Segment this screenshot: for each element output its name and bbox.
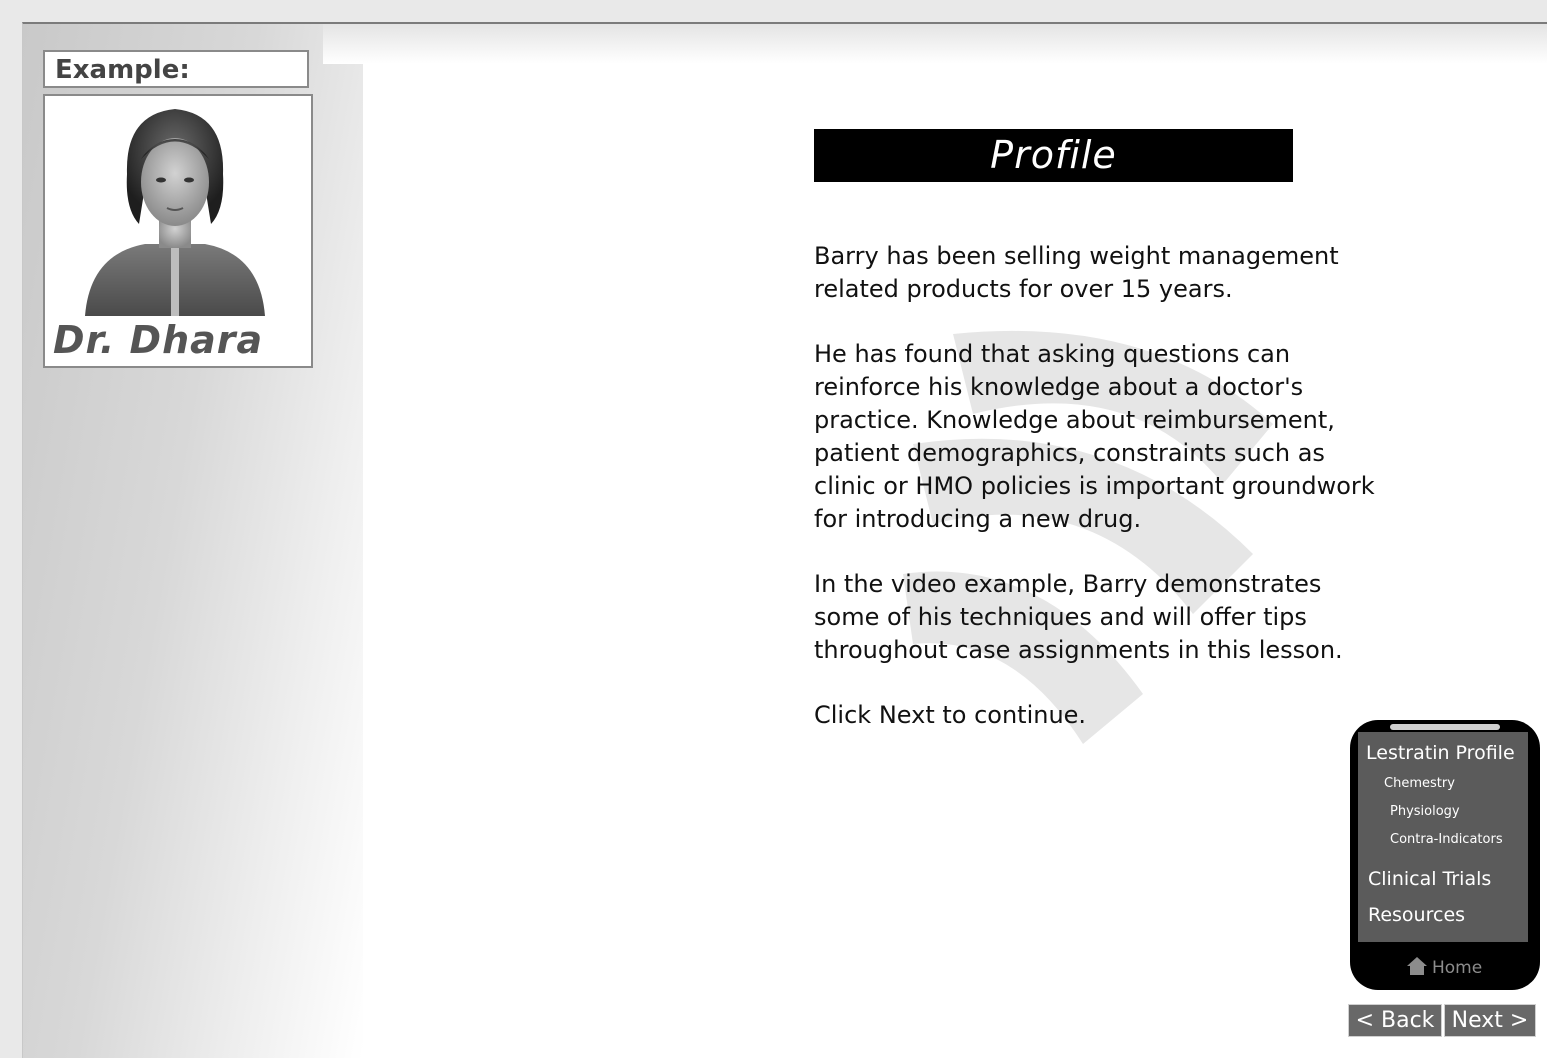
nav-menu: Lestratin Profile Chemestry Physiology C… <box>1358 732 1528 942</box>
home-label: Home <box>1432 958 1483 978</box>
paragraph: In the video example, Barry demonstrates… <box>814 570 1343 664</box>
lesson-stage: Example: Dr. Dhara Profile Barry has bee… <box>22 22 1547 1058</box>
page-title-bar: Profile <box>814 129 1293 182</box>
page-title: Profile <box>990 133 1117 177</box>
home-link[interactable]: Home <box>1406 956 1482 978</box>
example-label: Example: <box>55 55 190 85</box>
nav-item-lestratin-profile[interactable]: Lestratin Profile <box>1366 742 1515 764</box>
profile-body: Barry has been selling weight management… <box>814 240 1394 764</box>
nav-item-contra-indicators[interactable]: Contra-Indicators <box>1390 832 1503 847</box>
nav-item-physiology[interactable]: Physiology <box>1390 804 1460 819</box>
back-button[interactable]: < Back <box>1348 1004 1442 1037</box>
nav-item-resources[interactable]: Resources <box>1368 904 1465 926</box>
paragraph: He has found that asking questions can r… <box>814 340 1375 533</box>
nav-item-clinical-trials[interactable]: Clinical Trials <box>1368 868 1491 890</box>
character-name: Dr. Dhara <box>53 318 264 362</box>
top-sheen <box>323 24 1547 64</box>
nav-panel-highlight <box>1390 724 1500 730</box>
home-icon <box>1407 957 1427 975</box>
paragraph: Barry has been selling weight management… <box>814 242 1339 303</box>
next-button[interactable]: Next > <box>1444 1004 1536 1037</box>
nav-item-chemestry[interactable]: Chemestry <box>1384 776 1455 791</box>
lesson-nav-panel: Lestratin Profile Chemestry Physiology C… <box>1350 720 1540 990</box>
paragraph: Click Next to continue. <box>814 701 1087 729</box>
example-label-box: Example: <box>43 50 309 88</box>
character-card: Dr. Dhara <box>43 94 313 368</box>
character-portrait <box>85 109 265 316</box>
